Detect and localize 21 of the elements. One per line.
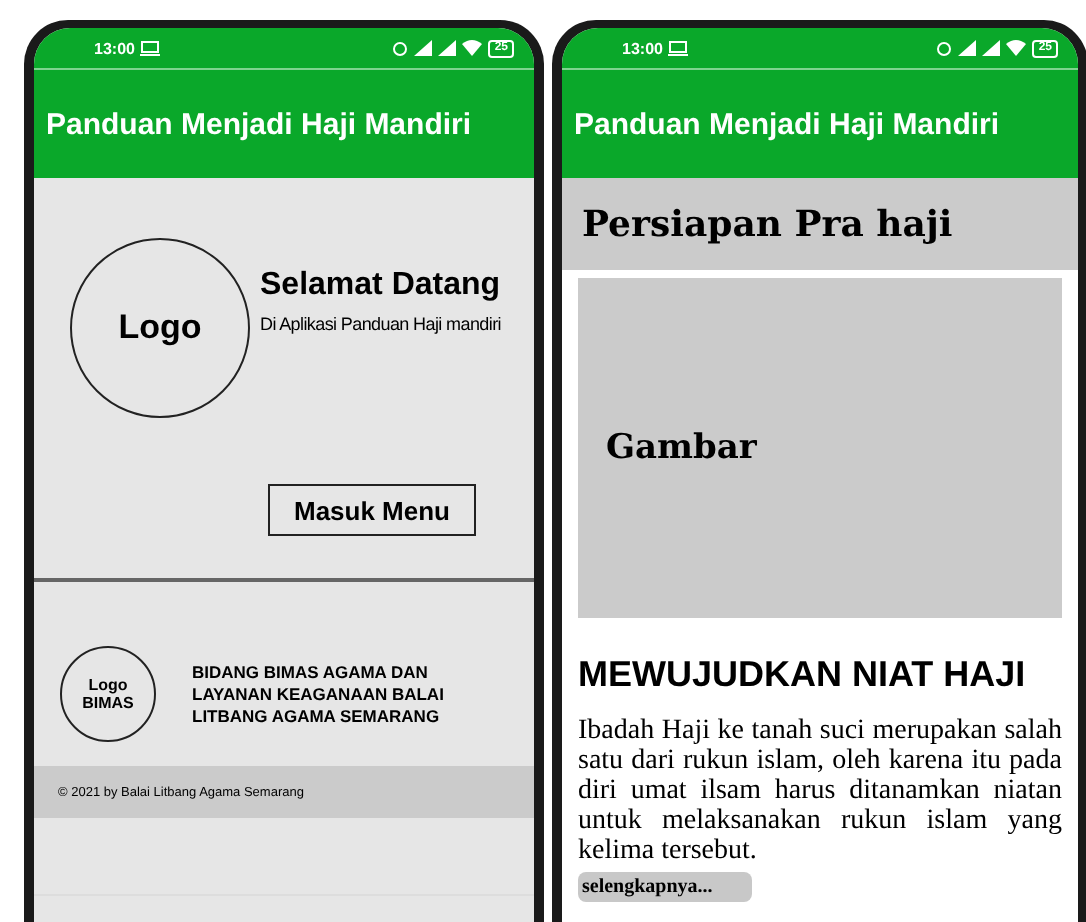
image-label: Gambar bbox=[606, 428, 757, 468]
wifi-icon bbox=[462, 40, 483, 56]
logo-text: Logo BIMAS bbox=[82, 676, 134, 712]
article-paragraph: Ibadah Haji ke tanah suci merupakan salah satu dari rukun islam, oleh karena itu pada diri umat ilsam harus ditanamkan niatan untuk melaksanakan rukun islam yang kelima tersebut. bbox=[578, 716, 1062, 866]
app-title: Panduan Menjadi Haji Mandiri bbox=[46, 107, 472, 141]
status-time: 13:00 bbox=[622, 39, 663, 57]
alarm-icon bbox=[392, 40, 409, 56]
laptop-icon bbox=[668, 40, 689, 56]
institution-name: BIDANG BIMAS AGAMA DAN LAYANAN KEAGANAAN BALAI LITBANG AGAMA SEMARANG bbox=[192, 661, 444, 727]
article-heading: MEWUJUDKAN NIAT HAJI bbox=[578, 654, 1028, 696]
read-more-button[interactable]: selengkapnya... bbox=[578, 872, 753, 902]
logo-text: Logo bbox=[118, 308, 202, 348]
status-time: 13:00 bbox=[94, 39, 135, 57]
welcome-title: Selamat Datang bbox=[260, 268, 501, 304]
menu-button[interactable]: Masuk Menu bbox=[268, 484, 476, 536]
alarm-icon bbox=[936, 40, 953, 56]
welcome-subtitle: Di Aplikasi Panduan Haji mandiri bbox=[260, 314, 501, 334]
section-title: Persiapan Pra haji bbox=[582, 203, 953, 245]
wifi-icon bbox=[1006, 40, 1027, 56]
app-title: Panduan Menjadi Haji Mandiri bbox=[574, 107, 1000, 141]
laptop-icon bbox=[140, 40, 161, 56]
